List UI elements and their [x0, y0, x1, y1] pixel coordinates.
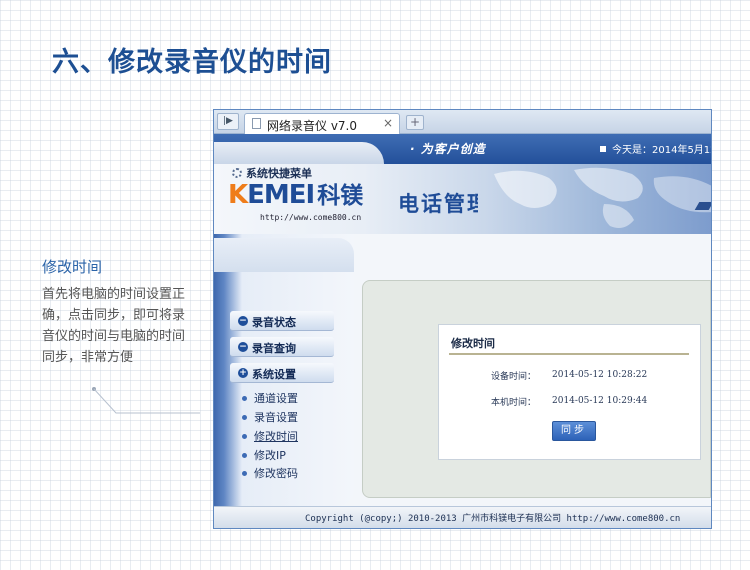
logo-letters: EMEI — [247, 180, 315, 210]
submenu-label: 通道设置 — [254, 392, 298, 405]
kemei-logo: KEMEI 科镁 — [228, 176, 363, 210]
date-display: 今天是：2014年5月12日 — [600, 141, 711, 156]
submenu-label: 修改时间 — [254, 430, 298, 443]
date-text: 今天是：2014年5月12日 — [612, 145, 711, 156]
menu-recording-query[interactable]: − 录音查询 — [230, 337, 334, 357]
modify-time-panel: 修改时间 设备时间： 2014-05-12 10:28:22 本机时间： 201… — [438, 324, 701, 460]
square-icon — [600, 146, 606, 152]
menu-label: 系统设置 — [252, 368, 296, 381]
submenu-modify-password[interactable]: 修改密码 — [242, 465, 298, 481]
banner-title: 电话管理 — [398, 192, 478, 216]
sidebar-heading: 系统快捷菜单 — [232, 165, 312, 181]
browser-window: |▶ 网络录音仪 v7.0 × + · 为客户创造 今天是：2014年5月12日… — [213, 109, 712, 529]
panel-title: 修改时间 — [451, 337, 495, 350]
local-time-value: 2014-05-12 10:29:44 — [552, 396, 648, 406]
header-left-shape — [214, 142, 384, 164]
app-header: · 为客户创造 今天是：2014年5月12日 — [214, 134, 711, 164]
tab-bar: |▶ 网络录音仪 v7.0 × + — [214, 110, 711, 134]
bullet-icon — [242, 396, 247, 401]
page-icon — [252, 118, 261, 129]
world-map-icon — [494, 167, 711, 228]
bullet-icon — [242, 434, 247, 439]
submenu-recording-settings[interactable]: 录音设置 — [242, 409, 298, 425]
panel-divider — [449, 353, 689, 355]
gear-icon — [232, 168, 242, 178]
section-title: 修改时间 — [42, 258, 103, 276]
logo-letter-k: K — [228, 180, 248, 210]
tab-recorder[interactable]: 网络录音仪 v7.0 × — [244, 113, 400, 134]
tab-title: 网络录音仪 v7.0 — [267, 119, 358, 133]
submenu-channel-settings[interactable]: 通道设置 — [242, 390, 298, 406]
expand-icon: + — [238, 368, 248, 378]
header-slogan: · 为客户创造 — [410, 142, 486, 156]
sync-button[interactable]: 同步 — [552, 421, 596, 441]
collapse-icon: − — [238, 342, 248, 352]
submenu-modify-time[interactable]: 修改时间 — [242, 428, 298, 444]
page-heading: 六、修改录音仪的时间 — [52, 47, 332, 78]
submenu-label: 修改IP — [254, 449, 286, 462]
menu-system-settings[interactable]: + 系统设置 — [230, 363, 334, 383]
submenu-label: 修改密码 — [254, 467, 298, 480]
menu-label: 录音查询 — [252, 342, 296, 355]
back-button[interactable]: |▶ — [217, 113, 239, 130]
bullet-icon — [242, 453, 247, 458]
logo-url: http://www.come800.cn — [260, 213, 362, 222]
close-icon[interactable]: × — [383, 116, 393, 130]
copyright-text: Copyright (@copy;) 2010-2013 广州市科镁电子有限公司… — [305, 514, 681, 524]
sidebar-heading-text: 系统快捷菜单 — [246, 167, 312, 180]
local-time-label: 本机时间： — [491, 398, 537, 408]
device-time-value: 2014-05-12 10:28:22 — [552, 370, 648, 380]
menu-recording-status[interactable]: − 录音状态 — [230, 311, 334, 331]
app-footer: Copyright (@copy;) 2010-2013 广州市科镁电子有限公司… — [214, 506, 711, 528]
submenu-label: 录音设置 — [254, 411, 298, 424]
device-time-label: 设备时间： — [491, 372, 537, 382]
logo-chinese: 科镁 — [317, 183, 364, 209]
connector-line — [92, 387, 200, 414]
bullet-icon — [242, 415, 247, 420]
bullet-icon — [242, 471, 247, 476]
submenu-modify-ip[interactable]: 修改IP — [242, 447, 286, 463]
new-tab-button[interactable]: + — [406, 115, 424, 130]
section-description: 首先将电脑的时间设置正确，点击同步，即可将录音仪的时间与电脑的时间同步，非常方便 — [42, 287, 186, 365]
sidebar-header-shape — [214, 238, 354, 272]
device-icon — [694, 202, 711, 210]
menu-label: 录音状态 — [252, 316, 296, 329]
collapse-icon: − — [238, 316, 248, 326]
